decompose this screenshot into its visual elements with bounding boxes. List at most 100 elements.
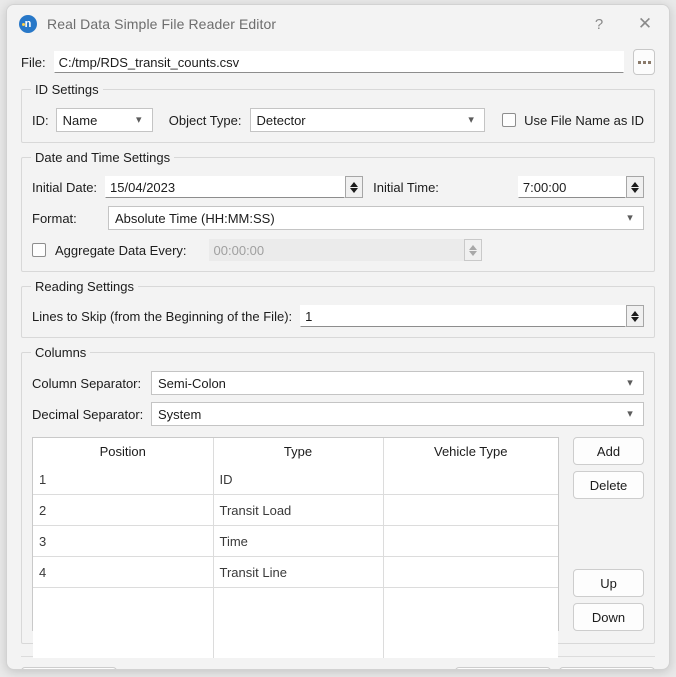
id-settings-legend: ID Settings [31, 82, 103, 97]
initial-date-label: Initial Date: [32, 179, 98, 195]
chevron-down-icon: ▾ [135, 113, 142, 126]
spinner-up-icon [468, 244, 477, 250]
columns-legend: Columns [31, 345, 91, 360]
lines-to-skip-input[interactable]: 1 [300, 305, 626, 327]
columns-group: Columns Column Separator: Semi-Colon ▾ D… [21, 345, 655, 658]
lines-to-skip-spinner[interactable] [626, 305, 644, 327]
footer-bar: Help OK Cancel [21, 667, 655, 669]
object-type-label: Object Type: [168, 112, 242, 128]
aggregate-data-checkbox[interactable] [32, 243, 46, 257]
object-type-select[interactable]: Detector ▾ [249, 108, 486, 132]
cell-type[interactable]: ID [213, 464, 384, 495]
dialog-content: File: C:/tmp/RDS_transit_counts.csv ID S… [7, 49, 669, 669]
spinner-up-icon[interactable] [631, 181, 639, 187]
browse-file-button[interactable] [633, 49, 655, 75]
ok-button[interactable]: OK [455, 667, 551, 669]
app-logo-dot [22, 23, 25, 26]
aggregate-row: Aggregate Data Every: 00:00:00 [32, 239, 644, 261]
dot-2-icon [642, 60, 646, 64]
lines-to-skip-label: Lines to Skip (from the Beginning of the… [32, 308, 293, 324]
table-row[interactable]: 4 Transit Line [33, 556, 558, 588]
cell-type[interactable]: Transit Load [213, 494, 384, 526]
lines-to-skip-row: Lines to Skip (from the Beginning of the… [32, 305, 644, 327]
reading-settings-legend: Reading Settings [31, 279, 139, 294]
empty-cell [383, 587, 558, 658]
file-path-input[interactable]: C:/tmp/RDS_transit_counts.csv [53, 51, 624, 73]
decimal-separator-label: Decimal Separator: [32, 406, 144, 422]
spinner-down-icon[interactable] [631, 316, 639, 322]
id-settings-row: ID: Name ▾ Object Type: Detector ▾ Use F… [32, 108, 644, 132]
window-title: Real Data Simple File Reader Editor [47, 16, 277, 32]
help-icon[interactable]: ? [577, 5, 621, 43]
cancel-button[interactable]: Cancel [559, 667, 655, 669]
aggregate-interval-input: 00:00:00 [208, 239, 464, 261]
initial-date-input[interactable]: 15/04/2023 [105, 176, 346, 198]
columns-table-element: Position Type Vehicle Type 1 ID 2 Transi… [33, 438, 558, 658]
aggregate-interval-spinner [463, 239, 482, 261]
app-logo-icon: n [19, 15, 37, 33]
columns-table[interactable]: Position Type Vehicle Type 1 ID 2 Transi… [32, 437, 559, 658]
file-label: File: [21, 54, 46, 70]
spinner-down-icon [468, 250, 477, 256]
columns-side-buttons: Add Delete Up Down [573, 437, 644, 631]
decimal-separator-select[interactable]: System ▾ [151, 402, 644, 426]
close-icon[interactable]: ✕ [621, 5, 669, 43]
move-down-button[interactable]: Down [573, 603, 644, 631]
chevron-down-icon: ▾ [627, 376, 633, 389]
column-header-vehicle-type[interactable]: Vehicle Type [383, 438, 558, 464]
table-row[interactable]: 3 Time [33, 525, 558, 557]
format-label: Format: [32, 210, 77, 226]
date-time-settings-group: Date and Time Settings Initial Date: 15/… [21, 150, 655, 272]
spinner-down-icon[interactable] [350, 187, 359, 193]
cell-vehicle-type[interactable] [383, 525, 558, 557]
initial-time-spinner[interactable] [626, 176, 644, 198]
id-select[interactable]: Name ▾ [55, 108, 153, 132]
cell-vehicle-type[interactable] [383, 464, 558, 495]
title-bar: n Real Data Simple File Reader Editor ? … [7, 5, 669, 43]
table-row[interactable]: 1 ID [33, 464, 558, 495]
id-settings-group: ID Settings ID: Name ▾ Object Type: Dete… [21, 82, 655, 143]
use-file-name-as-id-checkbox[interactable] [502, 113, 517, 127]
help-button[interactable]: Help [21, 667, 117, 669]
spinner-up-icon[interactable] [631, 310, 639, 316]
use-file-name-as-id-label: Use File Name as ID [524, 112, 644, 128]
format-select[interactable]: Absolute Time (HH:MM:SS) ▾ [108, 206, 644, 230]
column-header-position[interactable]: Position [33, 438, 214, 464]
cell-position[interactable]: 1 [33, 464, 214, 495]
id-select-value: Name [62, 112, 98, 128]
table-empty-area [33, 587, 558, 658]
cell-position[interactable]: 3 [33, 525, 214, 557]
cell-position[interactable]: 2 [33, 494, 214, 526]
empty-cell [213, 587, 384, 658]
move-up-button[interactable]: Up [573, 569, 644, 597]
file-row: File: C:/tmp/RDS_transit_counts.csv [21, 49, 655, 75]
cell-type[interactable]: Time [213, 525, 384, 557]
cell-vehicle-type[interactable] [383, 556, 558, 588]
spinner-down-icon[interactable] [631, 187, 639, 193]
side-buttons-spacer [573, 499, 644, 569]
format-select-value: Absolute Time (HH:MM:SS) [115, 210, 275, 226]
decimal-separator-row: Decimal Separator: System ▾ [32, 402, 644, 426]
chevron-down-icon: ▾ [627, 211, 633, 224]
table-row[interactable]: 2 Transit Load [33, 494, 558, 526]
date-time-settings-legend: Date and Time Settings [31, 150, 175, 165]
initial-time-input[interactable]: 7:00:00 [517, 176, 626, 198]
dialog-window: n Real Data Simple File Reader Editor ? … [6, 4, 670, 670]
add-column-button[interactable]: Add [573, 437, 644, 465]
cell-vehicle-type[interactable] [383, 494, 558, 526]
column-header-type[interactable]: Type [213, 438, 384, 464]
delete-column-button[interactable]: Delete [573, 471, 644, 499]
decimal-separator-value: System [158, 406, 202, 422]
column-separator-select[interactable]: Semi-Colon ▾ [151, 371, 644, 395]
reading-settings-group: Reading Settings Lines to Skip (from the… [21, 279, 655, 338]
format-row: Format: Absolute Time (HH:MM:SS) ▾ [32, 206, 644, 230]
initial-date-spinner[interactable] [345, 176, 364, 198]
column-separator-row: Column Separator: Semi-Colon ▾ [32, 371, 644, 395]
chevron-down-icon: ▾ [468, 113, 474, 126]
cell-type[interactable]: Transit Line [213, 556, 384, 588]
dot-3-icon [647, 60, 651, 64]
spinner-up-icon[interactable] [350, 181, 359, 187]
cell-position[interactable]: 4 [33, 556, 214, 588]
id-label: ID: [32, 112, 49, 128]
aggregate-data-label: Aggregate Data Every: [55, 242, 187, 258]
